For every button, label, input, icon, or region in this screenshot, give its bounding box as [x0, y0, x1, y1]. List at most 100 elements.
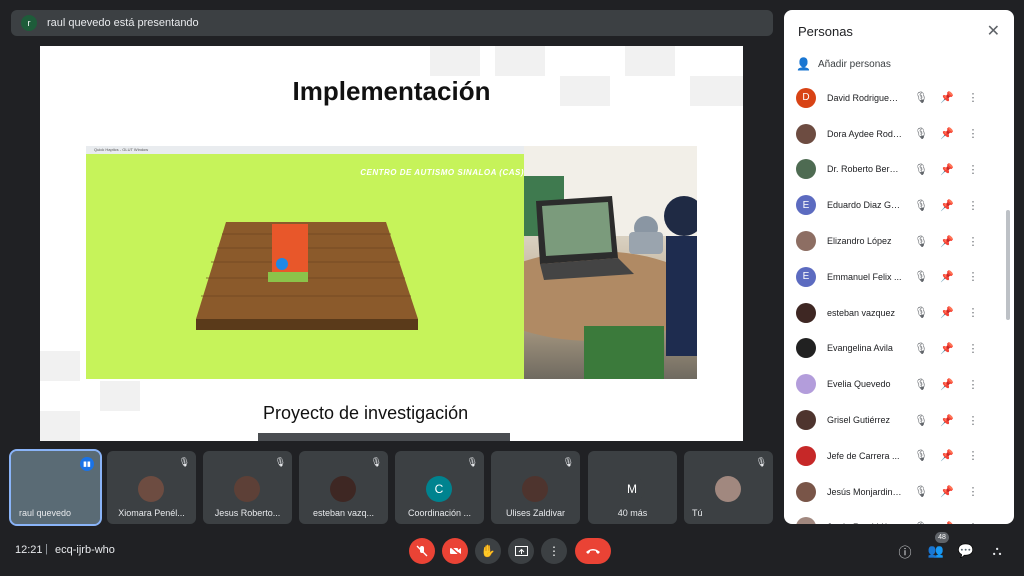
tile-name: raul quevedo — [19, 508, 72, 518]
game-screenshot: Quick Haptics - GLUT Window CENTRO DE AU… — [86, 146, 524, 379]
tile-name: Tú — [692, 508, 703, 518]
more-vert-icon[interactable]: ⋮ — [966, 127, 980, 140]
mic-off-icon: 🎙 — [914, 92, 928, 105]
pin-icon[interactable]: 📌 — [940, 378, 954, 391]
pin-icon[interactable]: 📌 — [940, 449, 954, 462]
participant-row[interactable]: E Eduardo Diaz Ga... 🎙 📌 ⋮ — [784, 187, 1002, 223]
pin-icon[interactable]: 📌 — [940, 235, 954, 248]
more-vert-icon[interactable]: ⋮ — [966, 306, 980, 319]
mic-off-icon: 🎙 — [914, 235, 928, 248]
participants-count-badge: 48 — [935, 532, 949, 543]
participant-row[interactable]: Grisel Gutiérrez 🎙 📌 ⋮ — [784, 402, 1002, 438]
clock: 12:21 — [15, 544, 43, 556]
mic-off-icon: 🎙 — [914, 271, 928, 284]
pin-icon[interactable]: 📌 — [940, 163, 954, 176]
participants-button[interactable]: 👥 — [926, 541, 946, 561]
pin-icon[interactable]: 📌 — [940, 342, 954, 355]
participant-name: Dora Aydee Rodr... — [827, 128, 902, 139]
more-vert-icon[interactable]: ⋮ — [966, 163, 980, 176]
add-people-label: Añadir personas — [818, 58, 891, 70]
participant-tile[interactable]: 🎙 C Coordinación ... — [395, 451, 484, 524]
pin-icon[interactable]: 📌 — [940, 270, 954, 283]
slide-decoration — [40, 411, 80, 441]
wooden-board-graphic — [196, 222, 418, 330]
mic-off-button[interactable] — [409, 538, 435, 564]
participant-tile[interactable]: 🎙 Tú — [684, 451, 773, 524]
add-person-icon: 👤 — [796, 57, 811, 71]
more-vert-icon[interactable]: ⋮ — [966, 378, 980, 391]
mic-off-icon: 🎙 — [370, 457, 382, 467]
participant-row[interactable]: Evelia Quevedo 🎙 📌 ⋮ — [784, 366, 1002, 402]
more-vert-icon[interactable]: ⋮ — [966, 449, 980, 462]
pin-icon[interactable]: 📌 — [940, 414, 954, 427]
participant-row[interactable]: Dora Aydee Rodr... 🎙 📌 ⋮ — [784, 116, 1002, 152]
avatar: E — [796, 195, 816, 216]
pin-icon[interactable]: 📌 — [940, 91, 954, 104]
pin-icon[interactable]: 📌 — [940, 306, 954, 319]
slide-subtitle: Proyecto de investigación — [263, 403, 469, 423]
activities-button[interactable]: ⛬ — [987, 541, 1007, 561]
pin-icon[interactable]: 📌 — [940, 485, 954, 498]
mic-off-icon: 🎙 — [914, 414, 928, 427]
participant-name: Emmanuel Felix ... — [827, 271, 902, 282]
close-icon[interactable]: ✕ — [987, 21, 1000, 41]
participant-row[interactable]: Dr. Roberto Bern... 🎙 📌 ⋮ — [784, 152, 1002, 188]
participant-tile[interactable]: 🎙 Ulises Zaldivar — [491, 451, 580, 524]
mic-off-icon: 🎙 — [914, 342, 928, 355]
chat-button[interactable]: 💬 — [956, 541, 976, 561]
more-vert-icon[interactable]: ⋮ — [966, 414, 980, 427]
robot-demo-photo — [524, 146, 697, 379]
participant-row[interactable]: esteban vazquez 🎙 📌 ⋮ — [784, 295, 1002, 331]
camera-off-icon — [448, 545, 462, 557]
participant-name: Jefe de Carrera ... — [827, 450, 900, 461]
add-people-button[interactable]: 👤 Añadir personas — [784, 52, 1014, 76]
more-vert-icon[interactable]: ⋮ — [966, 270, 980, 283]
participant-row[interactable]: D David Rodriguez ... 🎙 📌 ⋮ — [784, 80, 1002, 116]
avatar: E — [796, 266, 816, 287]
more-vert-icon[interactable]: ⋮ — [966, 91, 980, 104]
more-vert-icon: ⋮ — [548, 544, 560, 558]
pin-icon[interactable]: 📌 — [940, 521, 954, 524]
avatar: D — [796, 87, 816, 108]
panel-title: Personas — [798, 23, 853, 39]
participant-row[interactable]: Elizandro López 🎙 📌 ⋮ — [784, 223, 1002, 259]
avatar — [796, 159, 816, 180]
more-options-button[interactable]: ⋮ — [541, 538, 567, 564]
participant-tile[interactable]: ▮▮ raul quevedo — [9, 449, 102, 526]
participant-tile[interactable]: 🎙 Jesus Roberto... — [203, 451, 292, 524]
participant-row[interactable]: Jesús Monjardin ... 🎙 📌 ⋮ — [784, 474, 1002, 510]
mic-off-icon: 🎙 — [274, 457, 286, 467]
more-vert-icon[interactable]: ⋮ — [966, 342, 980, 355]
more-vert-icon[interactable]: ⋮ — [966, 485, 980, 498]
tile-name: 40 más — [617, 508, 648, 518]
participant-row[interactable]: E Emmanuel Felix ... 🎙 📌 ⋮ — [784, 259, 1002, 295]
panel-scrollbar[interactable] — [1006, 210, 1010, 320]
slide-caption-bar — [258, 433, 510, 441]
photo-illustration — [524, 146, 697, 379]
pin-icon[interactable]: 📌 — [940, 199, 954, 212]
people-panel: Personas ✕ 👤 Añadir personas D David Rodr… — [784, 10, 1014, 524]
participant-tile[interactable]: 🎙 Xiomara Penél... — [107, 451, 196, 524]
avatar — [796, 481, 816, 502]
mic-off-icon: 🎙 — [562, 457, 574, 467]
participant-row[interactable]: Jefe de Carrera ... 🎙 📌 ⋮ — [784, 438, 1002, 474]
mic-off-icon: 🎙 — [914, 486, 928, 499]
participant-name: Grisel Gutiérrez — [827, 415, 891, 426]
leave-call-button[interactable] — [575, 538, 611, 564]
camera-off-button[interactable] — [442, 538, 468, 564]
tile-name: Coordinación ... — [407, 508, 472, 518]
present-screen-button[interactable] — [508, 538, 534, 564]
participant-row[interactable]: Jesús René Vázq... 🎙 📌 ⋮ — [784, 510, 1002, 524]
avatar — [796, 338, 816, 359]
more-vert-icon[interactable]: ⋮ — [966, 199, 980, 212]
meeting-info-button[interactable]: ⓘ — [895, 541, 915, 561]
pin-icon[interactable]: 📌 — [940, 127, 954, 140]
participant-tile[interactable]: M 40 más — [588, 451, 677, 524]
hang-up-icon — [586, 549, 600, 554]
participant-row[interactable]: Evangelina Avila 🎙 📌 ⋮ — [784, 331, 1002, 367]
more-vert-icon[interactable]: ⋮ — [966, 521, 980, 524]
avatar — [234, 476, 260, 502]
more-vert-icon[interactable]: ⋮ — [966, 235, 980, 248]
participant-tile[interactable]: 🎙 esteban vazq... — [299, 451, 388, 524]
raise-hand-button[interactable]: ✋ — [475, 538, 501, 564]
